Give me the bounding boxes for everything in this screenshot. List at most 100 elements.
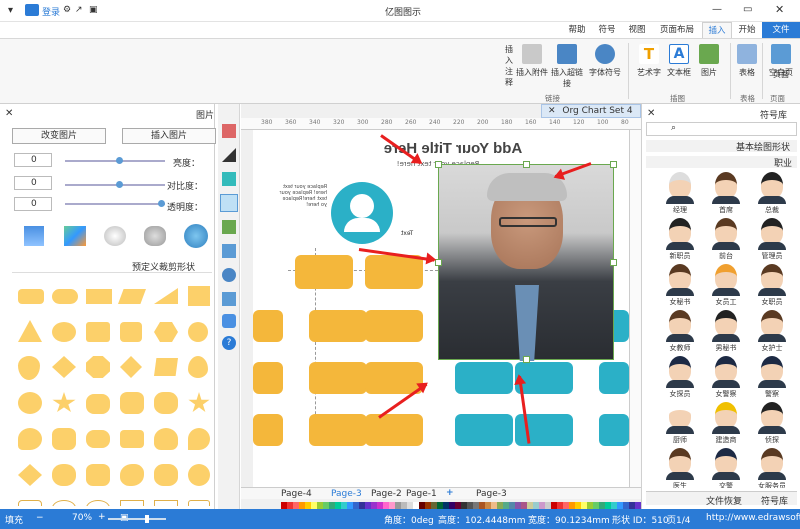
org-card[interactable] bbox=[309, 414, 367, 446]
tab-view[interactable]: 视图 bbox=[622, 22, 652, 38]
crop-shape[interactable] bbox=[188, 464, 210, 486]
globe-icon[interactable] bbox=[222, 268, 236, 282]
org-card[interactable] bbox=[365, 310, 423, 342]
transparency-input[interactable]: 0 bbox=[14, 197, 52, 211]
org-card[interactable] bbox=[295, 255, 353, 289]
symbol-item[interactable]: 总裁 bbox=[750, 170, 794, 214]
symbol-item[interactable]: 建造商 bbox=[704, 400, 748, 444]
org-card[interactable] bbox=[253, 310, 283, 342]
org-card[interactable] bbox=[365, 414, 423, 446]
library-professions[interactable]: 职业 bbox=[646, 156, 797, 169]
org-card[interactable] bbox=[365, 255, 423, 289]
page-tab-4[interactable]: Page-4 bbox=[281, 489, 312, 499]
symbol-item[interactable]: 女探员 bbox=[658, 354, 702, 398]
org-card[interactable] bbox=[455, 362, 513, 394]
crop-shape[interactable] bbox=[86, 289, 112, 304]
symbol-item[interactable]: 女警察 bbox=[704, 354, 748, 398]
crop-shape[interactable] bbox=[86, 394, 110, 414]
root-description[interactable]: Replace your text here! Replace your tex… bbox=[275, 184, 327, 208]
gear-icon[interactable]: ⚙ bbox=[63, 5, 71, 15]
crop-shape[interactable] bbox=[188, 392, 210, 413]
crop-shape[interactable] bbox=[188, 286, 210, 306]
root-text-label[interactable]: Text bbox=[401, 230, 413, 237]
symbol-item[interactable]: 女秘书 bbox=[658, 262, 702, 306]
crop-shape[interactable] bbox=[18, 356, 40, 380]
minimize-button[interactable]: — bbox=[712, 4, 722, 15]
hyperlink-button[interactable]: 插入超链接 bbox=[548, 44, 586, 89]
resize-handle[interactable] bbox=[523, 356, 530, 363]
org-card[interactable] bbox=[309, 362, 367, 394]
crop-shape[interactable] bbox=[188, 428, 210, 450]
print-icon[interactable]: ▣ bbox=[89, 5, 98, 15]
contrast-slider[interactable] bbox=[65, 181, 165, 188]
color-effect-icon[interactable] bbox=[64, 226, 86, 246]
login-link[interactable]: 登录 bbox=[42, 5, 60, 18]
crop-shape[interactable] bbox=[18, 428, 42, 450]
page-icon[interactable] bbox=[222, 244, 236, 258]
symbol-item[interactable]: 医生 bbox=[658, 446, 702, 488]
tab-symbol-library[interactable]: 符号库 bbox=[761, 494, 788, 507]
tab-insert[interactable]: 插入 bbox=[702, 22, 732, 38]
selected-portrait-image[interactable] bbox=[435, 161, 617, 363]
crop-shape[interactable] bbox=[52, 356, 76, 378]
history-icon[interactable] bbox=[222, 292, 236, 306]
slider-handle[interactable] bbox=[116, 181, 123, 188]
crop-shape[interactable] bbox=[86, 356, 110, 378]
crop-shape[interactable] bbox=[52, 464, 76, 486]
crop-shape[interactable] bbox=[86, 464, 110, 486]
symbol-item[interactable]: 女职员 bbox=[750, 262, 794, 306]
help-icon[interactable]: ? bbox=[222, 336, 236, 350]
document-tab[interactable]: ✕ Org Chart Set 4 bbox=[541, 104, 641, 118]
textbox-button[interactable]: A 文本框 bbox=[664, 44, 694, 78]
symbol-item[interactable]: 管理员 bbox=[750, 216, 794, 260]
crop-shape[interactable] bbox=[86, 500, 110, 506]
org-card[interactable] bbox=[253, 362, 283, 394]
close-icon[interactable]: ✕ bbox=[5, 108, 13, 119]
crop-shape[interactable] bbox=[86, 322, 110, 342]
tab-file-recovery[interactable]: 文件恢复 bbox=[706, 494, 742, 507]
page-tab-2[interactable]: Page-2 bbox=[371, 489, 402, 499]
brightness-input[interactable]: 0 bbox=[14, 153, 52, 167]
resize-handle[interactable] bbox=[610, 161, 617, 168]
fill-icon[interactable] bbox=[222, 172, 236, 186]
crop-shape[interactable] bbox=[188, 322, 208, 342]
crop-shape[interactable] bbox=[120, 392, 144, 414]
zoom-out-icon[interactable]: − bbox=[36, 513, 44, 523]
org-card[interactable] bbox=[365, 362, 423, 394]
image-icon[interactable] bbox=[220, 194, 238, 212]
org-card[interactable] bbox=[253, 414, 283, 446]
drawing-page[interactable]: Add Your Title Here Replace your text he… bbox=[253, 130, 629, 487]
resize-handle[interactable] bbox=[435, 161, 442, 168]
symbol-item[interactable]: 经理 bbox=[658, 170, 702, 214]
crop-shape[interactable] bbox=[52, 289, 78, 304]
symbol-item[interactable]: 交警 bbox=[704, 446, 748, 488]
page-tab-1[interactable]: Page-1 bbox=[406, 489, 437, 499]
symbol-item[interactable]: 前台 bbox=[704, 216, 748, 260]
layers-icon[interactable] bbox=[222, 220, 236, 234]
zoom-slider-handle[interactable] bbox=[145, 515, 149, 523]
zoom-slider[interactable] bbox=[108, 515, 166, 523]
crop-shape[interactable] bbox=[52, 392, 76, 413]
soft-edge-icon[interactable] bbox=[104, 226, 126, 246]
crop-shape[interactable] bbox=[52, 428, 76, 450]
font-symbol-button[interactable]: 字体符号 bbox=[586, 44, 624, 78]
tab-file[interactable]: 文件 bbox=[762, 22, 800, 38]
tab-symbol[interactable]: 符号 bbox=[592, 22, 622, 38]
slider-handle[interactable] bbox=[158, 200, 165, 207]
symbol-item[interactable]: 男秘书 bbox=[704, 308, 748, 352]
close-button[interactable]: ✕ bbox=[775, 3, 784, 16]
close-icon[interactable]: ✕ bbox=[548, 106, 556, 116]
symbol-item[interactable]: 厨师 bbox=[658, 400, 702, 444]
symbol-item[interactable]: 女员工 bbox=[704, 262, 748, 306]
symbol-item[interactable]: 女护士 bbox=[750, 308, 794, 352]
crop-shape[interactable] bbox=[18, 320, 42, 342]
attachment-button[interactable]: 插入附件 bbox=[516, 44, 548, 78]
tab-page-layout[interactable]: 页面布局 bbox=[652, 22, 702, 38]
theme-icon[interactable] bbox=[222, 124, 236, 138]
transparency-slider[interactable] bbox=[65, 200, 165, 207]
close-icon[interactable]: ✕ bbox=[647, 108, 655, 119]
crop-shape[interactable] bbox=[18, 464, 42, 486]
comment-button[interactable]: 插入注释 bbox=[502, 44, 516, 88]
blur-effect-icon[interactable] bbox=[144, 226, 166, 246]
crop-shape[interactable] bbox=[120, 356, 142, 378]
